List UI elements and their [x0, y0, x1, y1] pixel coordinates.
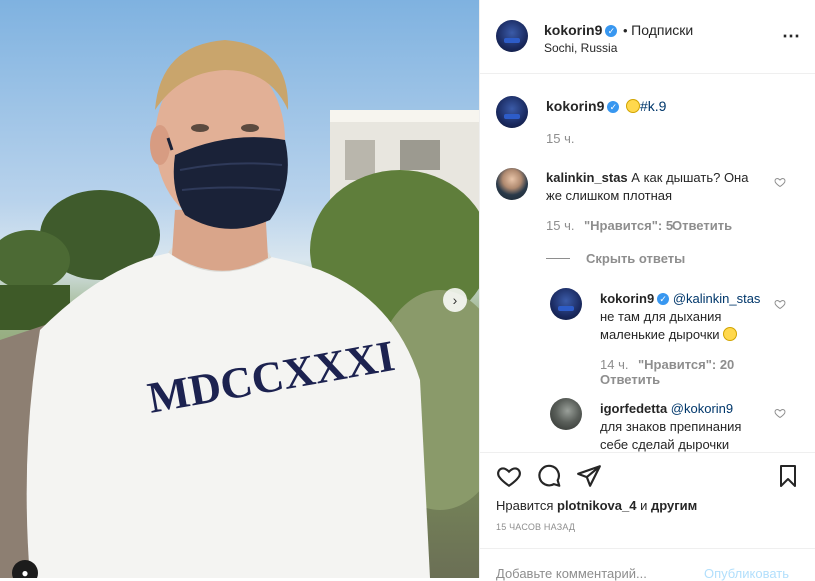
comment-username[interactable]: kalinkin_stas [546, 170, 628, 185]
grin-emoji-icon [723, 327, 738, 341]
author-username[interactable]: kokorin9 [544, 22, 602, 38]
post-details-panel: kokorin9 ✓ • Подписки Sochi, Russia ⋯ kok… [479, 0, 815, 581]
reply-like-heart-icon[interactable] [774, 298, 786, 310]
verified-badge-icon: ✓ [605, 25, 618, 37]
post-timestamp[interactable]: 15 ЧАСОВ НАЗАД [496, 522, 575, 532]
reply-text-line1: не там для дыхания [600, 309, 722, 324]
commenter-avatar[interactable] [496, 168, 528, 200]
comment-text-line2: же слишком плотная [546, 188, 673, 203]
share-direct-icon[interactable] [576, 463, 602, 489]
header-separator: • [622, 23, 628, 38]
likes-prefix: Нравится [496, 498, 554, 513]
reply2-like-heart-icon[interactable] [774, 407, 786, 419]
photo-illustration: MDCCXXXI [0, 40, 479, 578]
caption-author-avatar[interactable] [496, 96, 528, 128]
post-location[interactable]: Sochi, Russia [544, 41, 617, 55]
add-comment-bar: Добавьте комментарий... Опубликовать [480, 548, 815, 581]
verified-badge-icon: ✓ [607, 101, 620, 113]
publish-button[interactable]: Опубликовать [704, 566, 789, 581]
comment-bubble-icon[interactable] [536, 463, 562, 489]
save-bookmark-icon[interactable] [776, 463, 800, 489]
reply2-username[interactable]: igorfedetta [600, 401, 667, 416]
replies-divider [546, 258, 570, 259]
caption-username[interactable]: kokorin9 [546, 98, 604, 114]
caption-hashtag[interactable]: #k.9 [640, 98, 666, 114]
post-actions: Нравится plotnikova_4 и другим 15 ЧАСОВ … [480, 452, 815, 549]
comment-time: 15 ч. [546, 218, 575, 233]
more-options-icon[interactable]: ⋯ [782, 26, 801, 47]
reply2-text-line2: себе сделай дырочки [600, 437, 730, 452]
hide-replies-button[interactable]: Скрыть ответы [586, 251, 685, 266]
comment-like-heart-icon[interactable] [774, 176, 786, 188]
author-avatar[interactable] [496, 20, 528, 52]
reply-author-avatar[interactable] [550, 288, 582, 320]
caption-time: 15 ч. [546, 131, 575, 146]
likes-summary[interactable]: Нравится plotnikova_4 и другим [496, 498, 697, 513]
likes-user[interactable]: plotnikova_4 [557, 498, 636, 513]
comment-likes-count[interactable]: "Нравится": 5 [584, 218, 673, 233]
next-photo-button[interactable]: › [443, 288, 467, 312]
post-photo[interactable]: MDCCXXXI › ● [0, 0, 479, 578]
reply-reply-button[interactable]: Ответить [600, 372, 660, 387]
reply-username[interactable]: kokorin9 [600, 291, 654, 306]
reply2-mention[interactable]: @kokorin9 [671, 401, 733, 416]
reply-time: 14 ч. [600, 357, 629, 372]
reply-mention[interactable]: @kalinkin_stas [673, 291, 761, 306]
following-button[interactable]: Подписки [631, 22, 693, 38]
add-comment-input[interactable]: Добавьте комментарий... [496, 566, 647, 581]
post-header: kokorin9 ✓ • Подписки Sochi, Russia ⋯ [480, 0, 815, 74]
likes-connector: и [640, 498, 648, 513]
reply2-author-avatar[interactable] [550, 398, 582, 430]
like-heart-icon[interactable] [496, 463, 522, 489]
comment-text-line1: А как дышать? Она [631, 170, 749, 185]
comment-reply-button[interactable]: Ответить [672, 218, 732, 233]
comments-list: kokorin9 ✓ #k.9 15 ч. kalinkin_stas А как… [480, 74, 815, 452]
verified-badge-icon: ✓ [657, 293, 670, 305]
smile-emoji-icon [625, 99, 640, 113]
likes-others[interactable]: другим [651, 498, 697, 513]
reply-likes-count[interactable]: "Нравится": 20 [638, 357, 734, 372]
reply2-text-line1: для знаков препинания [600, 419, 742, 434]
reply-text-line2: маленькие дырочки [600, 327, 720, 342]
